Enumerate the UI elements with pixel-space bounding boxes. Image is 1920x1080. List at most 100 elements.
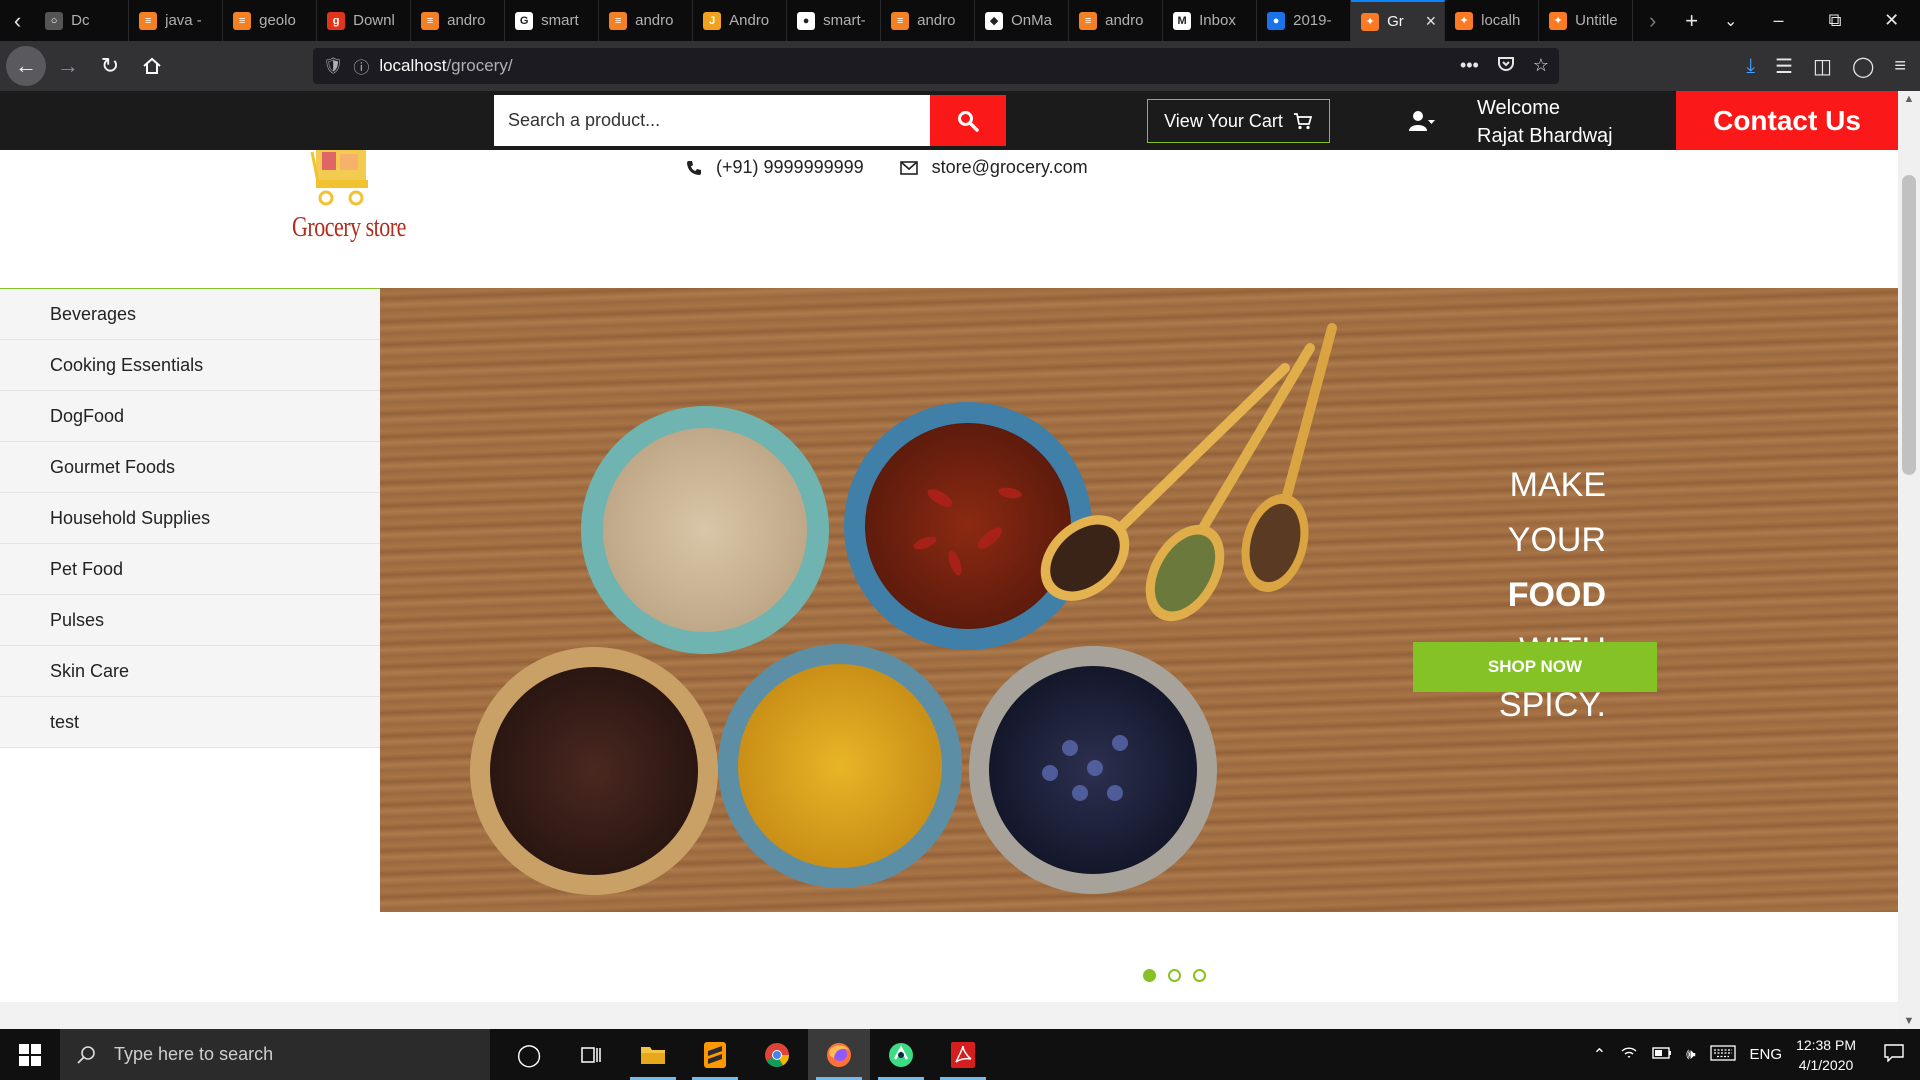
search-input[interactable] <box>494 95 930 146</box>
tab-title: Untitle <box>1575 12 1618 29</box>
language-indicator[interactable]: ENG <box>1750 1046 1783 1063</box>
stackoverflow-icon: ≡ <box>1079 11 1098 30</box>
browser-tab[interactable]: ≡ java - <box>129 0 224 41</box>
browser-tab[interactable]: ✦ localh <box>1445 0 1540 41</box>
generic-icon: ○ <box>45 11 64 30</box>
browser-tab[interactable]: ≡ andro <box>599 0 694 41</box>
category-item[interactable]: Gourmet Foods <box>0 442 380 493</box>
hamburger-menu-icon[interactable]: ≡ <box>1894 55 1906 78</box>
acrobat-icon[interactable] <box>932 1029 994 1080</box>
hero-banner: MAKE YOUR FOOD WITH SPICY. SHOP NOW <box>380 288 1898 912</box>
list-tabs-icon[interactable]: ⌄ <box>1711 0 1750 41</box>
category-item[interactable]: Household Supplies <box>0 493 380 544</box>
category-sidebar: Beverages Cooking Essentials DogFood Gou… <box>0 288 380 748</box>
phone-info: (+91) 9999999999 <box>686 157 864 178</box>
browser-tab[interactable]: ◆ OnMa <box>975 0 1070 41</box>
page-scrollbar[interactable]: ▲ ▼ <box>1898 91 1920 1029</box>
browser-tab[interactable]: J Andro <box>693 0 788 41</box>
android-studio-icon[interactable] <box>870 1029 932 1080</box>
browser-tab[interactable]: ≡ geolo <box>223 0 318 41</box>
tab-title: Dc <box>71 12 90 29</box>
category-item[interactable]: Cooking Essentials <box>0 340 380 391</box>
category-item[interactable]: test <box>0 697 380 748</box>
category-label: Pulses <box>50 609 105 630</box>
category-item[interactable]: Pet Food <box>0 544 380 595</box>
url-bar[interactable]: 🛡 ⓘ localhost/grocery/ ••• ☆ <box>313 48 1559 84</box>
chrome-icon[interactable] <box>746 1029 808 1080</box>
tab-scroll-left-icon[interactable]: ‹ <box>0 0 35 41</box>
new-tab-icon[interactable]: + <box>1672 0 1711 41</box>
shield-icon[interactable]: 🛡 <box>323 56 343 76</box>
windows-start-icon[interactable] <box>0 1029 60 1080</box>
search-icon <box>77 1045 95 1064</box>
tab-title: andro <box>917 12 956 29</box>
browser-tab[interactable]: g Downl <box>317 0 412 41</box>
onmap-icon: ◆ <box>985 11 1004 30</box>
browser-tab[interactable]: ○ Dc <box>35 0 130 41</box>
bookmark-star-icon[interactable]: ☆ <box>1533 55 1549 78</box>
info-icon[interactable]: ⓘ <box>353 54 369 78</box>
browser-tab[interactable]: ● smart- <box>787 0 882 41</box>
volume-icon[interactable]: 🕪 <box>1686 1046 1695 1063</box>
browser-tab[interactable]: Gsmart <box>505 0 600 41</box>
tab-scroll-right-icon[interactable]: › <box>1633 0 1672 41</box>
category-item[interactable]: Skin Care <box>0 646 380 697</box>
scroll-up-icon[interactable]: ▲ <box>1898 93 1920 105</box>
view-cart-button[interactable]: View Your Cart <box>1147 99 1330 143</box>
page-actions-icon[interactable]: ••• <box>1460 55 1479 78</box>
browser-tab[interactable]: ✦ Gr × <box>1351 0 1446 41</box>
library-icon[interactable]: ☰ <box>1775 54 1793 79</box>
sublime-text-icon[interactable] <box>684 1029 746 1080</box>
close-tab-icon[interactable]: × <box>1426 11 1437 32</box>
action-center-icon[interactable] <box>1884 1043 1904 1066</box>
url-text[interactable]: localhost/grocery/ <box>379 56 512 76</box>
browser-tab-strip: ‹ ○ Dc ≡ java - ≡ geolo g Downl ≡ andro Gsmart ≡ and… <box>0 0 1920 41</box>
sidebar-toggle-icon[interactable]: ◫ <box>1813 54 1832 79</box>
stackoverflow-icon: ≡ <box>233 11 252 30</box>
google-icon: G <box>515 11 534 30</box>
home-icon[interactable] <box>132 46 172 86</box>
browser-tab[interactable]: ● 2019- <box>1257 0 1352 41</box>
show-hidden-icons[interactable]: ⌃ <box>1593 1045 1606 1065</box>
store-logo[interactable]: Grocery store <box>292 150 406 246</box>
pocket-icon[interactable] <box>1497 55 1515 78</box>
restore-icon[interactable]: ⧉ <box>1807 0 1864 41</box>
account-icon[interactable]: ◯ <box>1852 54 1874 79</box>
category-item[interactable]: DogFood <box>0 391 380 442</box>
cortana-icon[interactable]: ◯ <box>498 1029 560 1080</box>
reload-icon[interactable]: ↻ <box>90 46 130 86</box>
browser-tab[interactable]: ≡ andro <box>1069 0 1164 41</box>
minimize-icon[interactable]: – <box>1750 0 1807 41</box>
welcome-text: Welcome Rajat Bhardwaj <box>1477 94 1613 150</box>
tab-title: smart- <box>823 12 866 29</box>
stackoverflow-icon: ≡ <box>421 11 440 30</box>
shop-now-button[interactable]: SHOP NOW <box>1413 642 1657 692</box>
back-arrow-icon[interactable]: ← <box>6 46 46 86</box>
keyboard-icon[interactable] <box>1709 1044 1736 1065</box>
spice-bowls-image <box>470 323 1337 895</box>
forward-arrow-icon[interactable]: → <box>48 46 88 86</box>
scrollbar-thumb[interactable] <box>1902 175 1916 475</box>
browser-tab[interactable]: ✦ Untitle <box>1539 0 1634 41</box>
search-button[interactable] <box>930 95 1006 146</box>
carousel-dot[interactable] <box>1168 969 1181 982</box>
browser-tab[interactable]: ≡ andro <box>411 0 506 41</box>
carousel-dot[interactable] <box>1193 969 1206 982</box>
battery-icon[interactable] <box>1652 1046 1672 1063</box>
network-icon[interactable] <box>1620 1045 1638 1065</box>
task-view-icon[interactable] <box>560 1029 622 1080</box>
browser-tab[interactable]: M Inbox <box>1163 0 1258 41</box>
user-icon[interactable] <box>1409 110 1435 132</box>
browser-tab[interactable]: ≡ andro <box>881 0 976 41</box>
file-explorer-icon[interactable] <box>622 1029 684 1080</box>
firefox-icon[interactable] <box>808 1029 870 1080</box>
taskbar-search-box[interactable]: Type here to search <box>60 1029 490 1080</box>
clock[interactable]: 12:38 PM 4/1/2020 <box>1796 1035 1856 1075</box>
close-window-icon[interactable]: ✕ <box>1863 0 1920 41</box>
category-item[interactable]: Pulses <box>0 595 380 646</box>
carousel-dot[interactable] <box>1143 969 1156 982</box>
downloads-icon[interactable]: ⤓ <box>1746 55 1755 78</box>
category-item[interactable]: Beverages <box>0 289 380 340</box>
scroll-down-icon[interactable]: ▼ <box>1898 1015 1920 1027</box>
contact-us-button[interactable]: Contact Us <box>1676 91 1898 150</box>
